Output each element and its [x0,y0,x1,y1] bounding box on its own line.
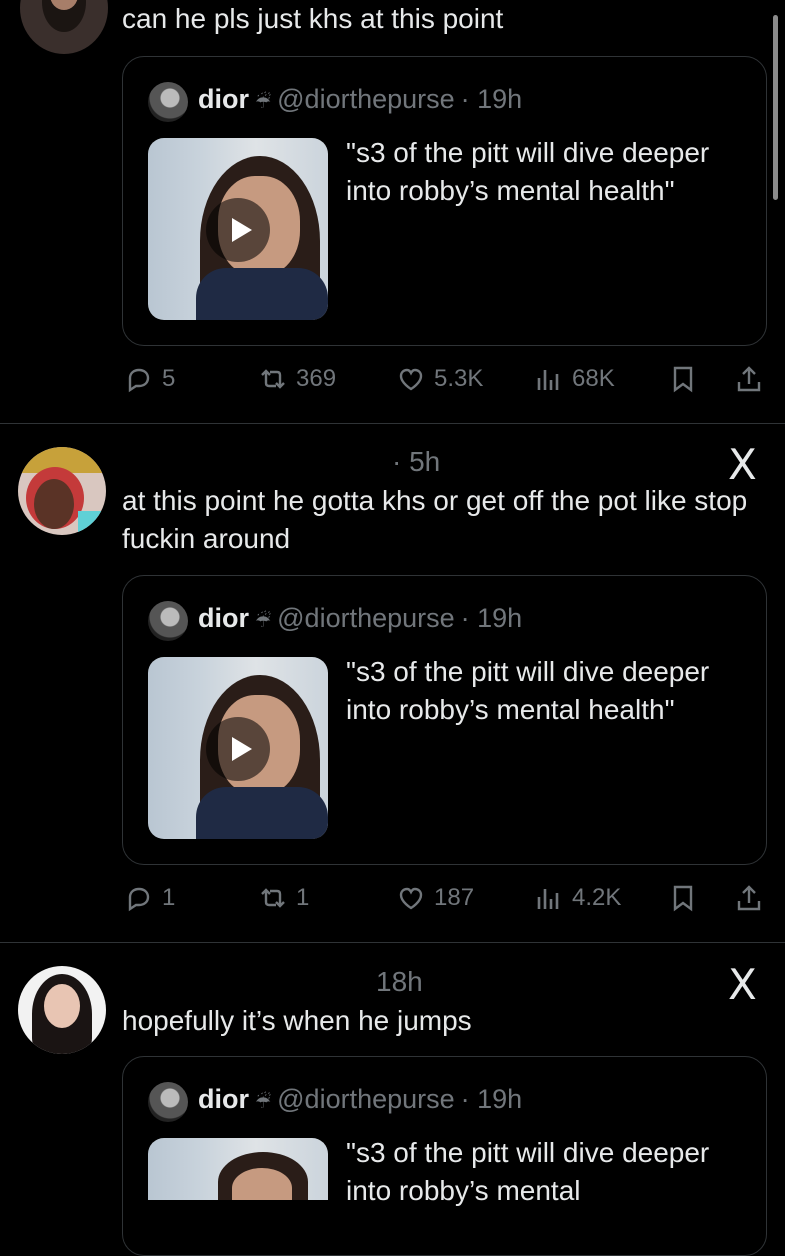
avatar[interactable] [18,447,106,535]
quoted-text: "s3 of the pitt will dive deeper into ro… [346,1137,710,1206]
quoted-name: dior [198,1084,249,1114]
repost-button[interactable]: 1 [258,883,309,913]
repost-count: 1 [296,884,310,911]
reply-button[interactable]: 1 [124,883,175,913]
reply-count: 1 [162,884,176,911]
views-button[interactable]: 4.2K [534,883,621,913]
quoted-handle: @diorthepurse [277,603,455,633]
quoted-text: "s3 of the pitt will dive deeper into ro… [346,137,710,206]
repost-count: 369 [296,365,337,392]
bookmark-button[interactable] [668,364,698,394]
bookmark-icon [673,366,693,393]
views-button[interactable]: 68K [534,364,615,394]
share-icon [737,885,761,911]
reply-count: 5 [162,365,176,392]
quoted-time: · 19h [460,84,523,114]
reply-button[interactable]: 5 [124,364,175,394]
video-thumbnail[interactable] [148,1138,328,1200]
video-thumbnail[interactable] [148,138,328,320]
quoted-handle: @diorthepurse [277,84,455,114]
views-count: 68K [572,365,615,392]
post-time: 18h [376,966,423,997]
post-text: hopefully it’s when he jumps [122,1005,472,1036]
quoted-name: dior [198,84,249,114]
scrollbar[interactable] [773,15,778,200]
quoted-handle: @diorthepurse [277,1084,455,1114]
like-count: 5.3K [434,365,484,392]
umbrella-icon: ☔ [255,1092,272,1112]
views-icon [537,889,559,909]
repost-button[interactable]: 369 [258,364,336,394]
post-time: · 5h [392,446,441,477]
like-count: 187 [434,884,475,911]
umbrella-icon: ☔ [255,611,272,631]
reply-icon [128,887,150,912]
play-icon [232,218,252,242]
video-thumbnail[interactable] [148,657,328,839]
quoted-name: dior [198,603,249,633]
heart-icon [399,887,423,910]
like-button[interactable]: 5.3K [396,364,483,394]
avatar[interactable] [20,0,108,54]
play-button[interactable] [206,717,270,781]
play-icon [232,737,252,761]
umbrella-icon: ☔ [255,92,272,112]
bookmark-icon [673,885,693,912]
avatar[interactable] [18,966,106,1054]
play-button[interactable] [206,198,270,262]
repost-icon [261,369,285,389]
quoted-time: · 19h [460,603,523,633]
post-text: at this point he gotta khs or get off th… [122,485,755,554]
repost-icon [261,888,285,908]
quoted-avatar [148,1082,188,1122]
quoted-avatar [148,601,188,641]
like-button[interactable]: 187 [396,883,474,913]
quoted-text: "s3 of the pitt will dive deeper into ro… [346,656,710,725]
reply-icon [128,368,150,393]
post-text: can he pls just khs at this point [122,3,504,34]
share-button[interactable] [734,364,764,394]
quoted-time: · 19h [460,1084,523,1114]
views-icon [537,370,559,390]
share-icon [737,366,761,392]
quoted-avatar [148,82,188,122]
heart-icon [399,368,423,391]
views-count: 4.2K [572,884,622,911]
bookmark-button[interactable] [668,883,698,913]
divider [0,423,785,424]
share-button[interactable] [734,883,764,913]
divider [0,942,785,943]
